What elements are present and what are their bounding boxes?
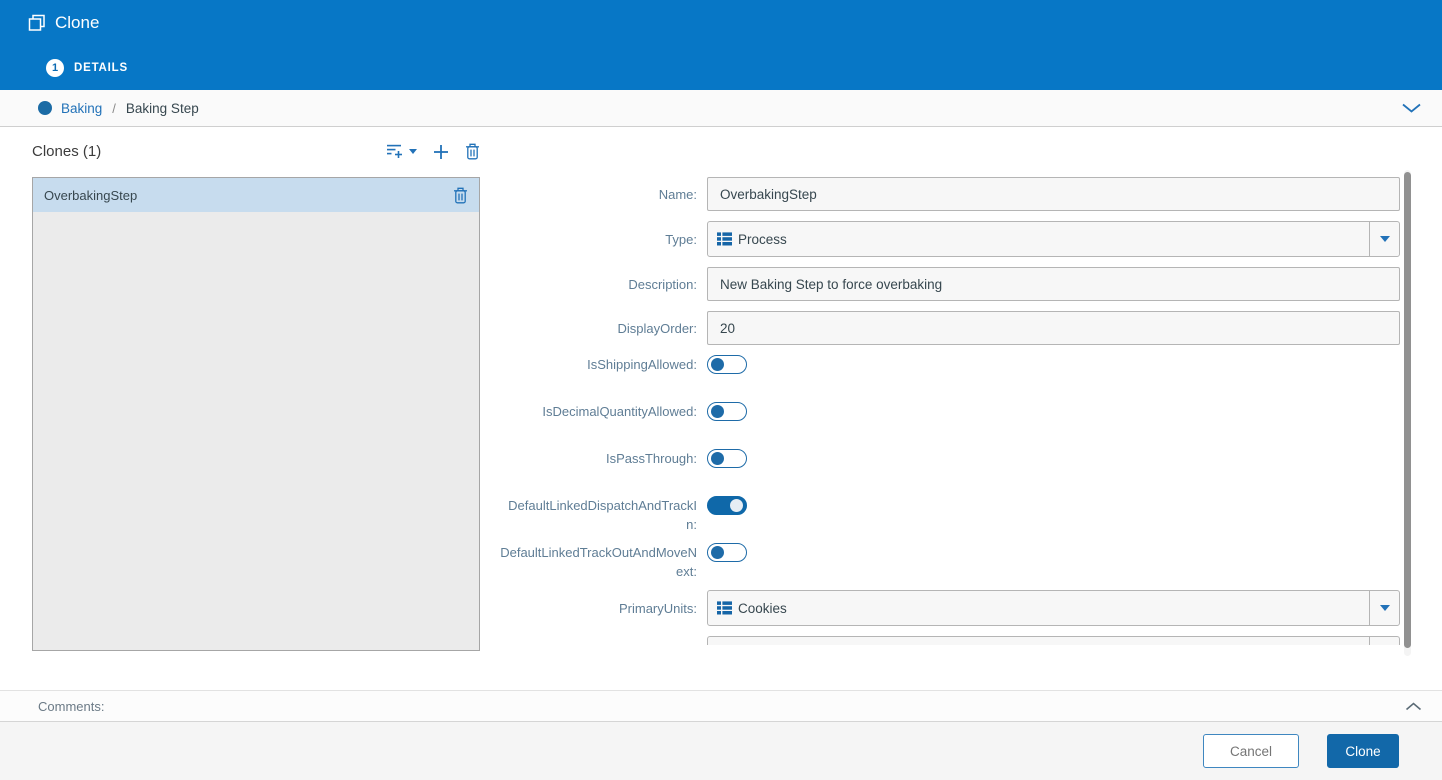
entity-type-icon (717, 232, 732, 246)
add-multiple-button[interactable] (387, 144, 417, 159)
field-label: Name: (500, 185, 697, 204)
dropdown-value: Process (738, 232, 787, 247)
field-label: IsDecimalQuantityAllowed: (500, 402, 697, 421)
field-label: IsPassThrough: (500, 449, 697, 468)
delete-clone-button[interactable] (465, 143, 480, 160)
field-label: Type: (500, 230, 697, 249)
entity-status-dot-icon (38, 101, 52, 115)
field-label: PrimaryUnits: (500, 599, 697, 618)
clone-icon (28, 14, 46, 32)
trash-icon (453, 187, 468, 204)
form-row: DefaultLinkedTrackOutAndMoveNext: (500, 543, 1400, 562)
toggle-switch[interactable] (707, 355, 747, 374)
form-row: DefaultLinkedDispatchAndTrackIn: (500, 496, 1400, 515)
wizard-step-bar: 1 DETAILS (0, 45, 1442, 90)
form-row: IsShippingAllowed: (500, 355, 1400, 374)
toggle-knob (711, 358, 724, 371)
caret-down-icon (1380, 605, 1390, 611)
step-number-badge: 1 (46, 59, 64, 77)
clone-list-item[interactable]: OverbakingStep (33, 178, 479, 212)
list-add-icon (387, 144, 404, 159)
form-scrollbar-thumb[interactable] (1404, 172, 1411, 648)
toggle-switch[interactable] (707, 449, 747, 468)
dialog-title: Clone (55, 13, 99, 33)
clones-list: OverbakingStep (32, 177, 480, 651)
form-row: IsDecimalQuantityAllowed: (500, 402, 1400, 421)
field-label (500, 636, 697, 645)
toggle-switch[interactable] (707, 402, 747, 421)
clones-toolbar (387, 143, 480, 160)
caret-down-icon (1380, 236, 1390, 242)
collapse-header-button[interactable] (1401, 103, 1422, 114)
toggle-knob (711, 405, 724, 418)
text-input[interactable]: New Baking Step to force overbaking (707, 267, 1400, 301)
clone-button[interactable]: Clone (1327, 734, 1399, 768)
cancel-button[interactable]: Cancel (1203, 734, 1299, 768)
main-content: Clones (1) (0, 127, 1442, 690)
add-clone-button[interactable] (433, 144, 449, 160)
chevron-down-icon (1401, 103, 1422, 114)
text-input[interactable]: 20 (707, 311, 1400, 345)
input-value: New Baking Step to force overbaking (720, 277, 942, 292)
form-row: IsPassThrough: (500, 449, 1400, 468)
breadcrumb: Baking / Baking Step (0, 90, 1442, 127)
dropdown-field[interactable]: Process (707, 221, 1400, 257)
dropdown-value: Cookies (738, 601, 787, 616)
caret-down-icon (409, 149, 417, 154)
input-value: OverbakingStep (720, 187, 817, 202)
trash-icon (465, 143, 480, 160)
comments-section: Comments: (0, 690, 1442, 722)
input-value: 20 (720, 321, 735, 336)
chevron-up-icon (1405, 702, 1422, 711)
dropdown-open-button[interactable] (1369, 591, 1399, 625)
entity-type-icon (717, 601, 732, 615)
breadcrumb-separator: / (112, 101, 116, 116)
clipped-dropdown-button (1369, 637, 1399, 645)
dialog-footer: Cancel Clone (0, 722, 1442, 780)
clone-item-name: OverbakingStep (44, 188, 137, 203)
step-label: DETAILS (74, 62, 128, 74)
comments-label: Comments: (38, 699, 104, 714)
toggle-knob (730, 499, 743, 512)
toggle-knob (711, 452, 724, 465)
form-row: Description: New Baking Step to force ove… (500, 267, 1400, 301)
form-row: Name: OverbakingStep (500, 177, 1400, 211)
text-input[interactable]: OverbakingStep (707, 177, 1400, 211)
toggle-switch[interactable] (707, 496, 747, 515)
clones-panel-title: Clones (1) (32, 143, 101, 160)
form-row-clipped (500, 636, 1400, 645)
form-row: PrimaryUnits: Cookies (500, 590, 1400, 626)
field-label: IsShippingAllowed: (500, 355, 697, 374)
collapse-comments-button[interactable] (1405, 702, 1422, 711)
form-row: Type: Process (500, 221, 1400, 257)
form-scrollbar[interactable] (1404, 170, 1411, 656)
remove-clone-button[interactable] (453, 187, 468, 204)
breadcrumb-current: Baking Step (126, 101, 199, 116)
toggle-knob (711, 546, 724, 559)
breadcrumb-parent-link[interactable]: Baking (61, 101, 102, 116)
field-label: DisplayOrder: (500, 319, 697, 338)
clone-details-form: Name: OverbakingStep Type: Process Descripti… (500, 170, 1400, 656)
plus-icon (433, 144, 449, 160)
field-label: DefaultLinkedDispatchAndTrackIn: (500, 496, 697, 534)
dialog-titlebar: Clone (0, 0, 1442, 45)
field-label: DefaultLinkedTrackOutAndMoveNext: (500, 543, 697, 581)
clipped-field (707, 636, 1400, 645)
dropdown-field[interactable]: Cookies (707, 590, 1400, 626)
form-row: DisplayOrder: 20 (500, 311, 1400, 345)
clones-panel-header: Clones (1) (32, 143, 480, 160)
toggle-switch[interactable] (707, 543, 747, 562)
field-label: Description: (500, 275, 697, 294)
dropdown-open-button[interactable] (1369, 222, 1399, 256)
